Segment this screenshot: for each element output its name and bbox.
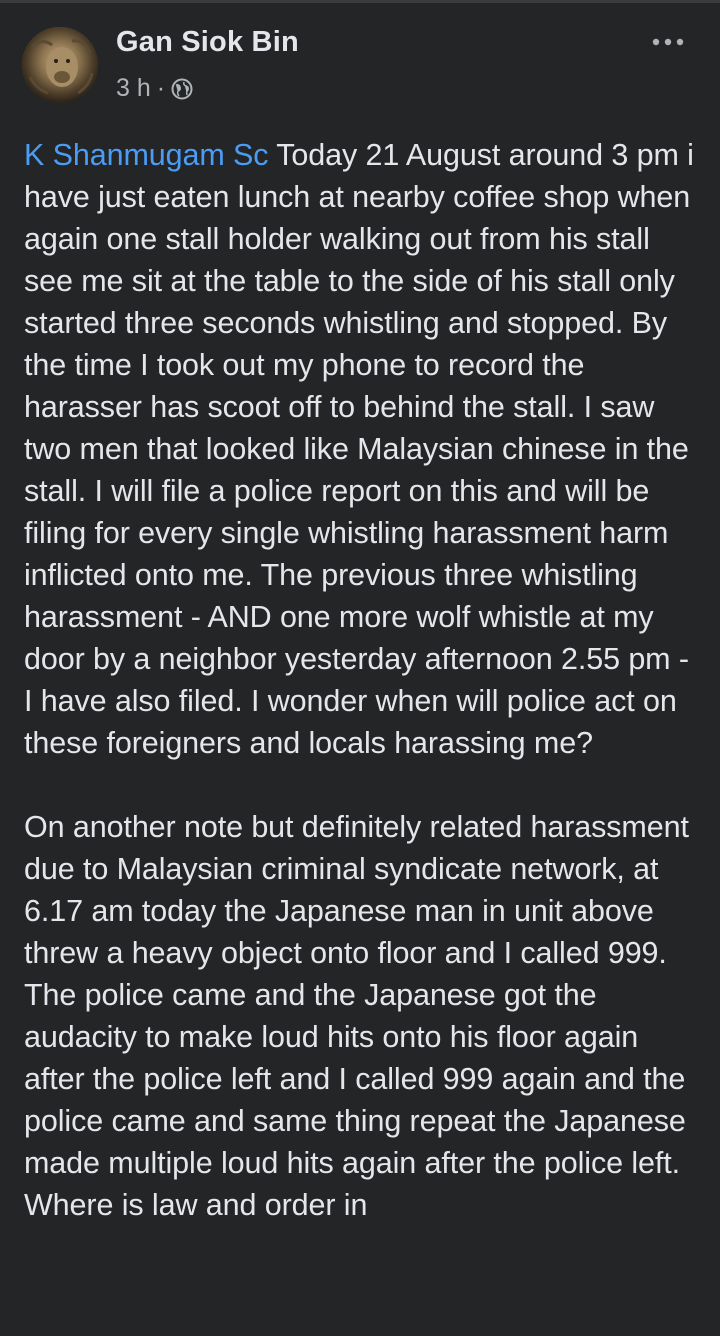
post-meta: 3 h · <box>116 74 193 103</box>
avatar[interactable] <box>22 27 98 103</box>
post-paragraph-1-text: Today 21 August around 3 pm i have just … <box>24 138 694 760</box>
globe-icon[interactable] <box>171 78 193 100</box>
mention-link[interactable]: K Shanmugam Sc <box>24 138 269 172</box>
post-paragraph-1: K Shanmugam Sc Today 21 August around 3 … <box>24 134 700 764</box>
meta-separator: · <box>156 74 166 102</box>
more-options-icon <box>652 38 684 46</box>
post-paragraph-2: On another note but definitely related h… <box>24 810 689 1222</box>
lion-avatar-image <box>22 27 98 103</box>
post-timestamp[interactable]: 3 h <box>116 74 151 103</box>
post-text: K Shanmugam Sc Today 21 August around 3 … <box>24 134 700 1226</box>
more-options-button[interactable] <box>648 30 688 54</box>
author-name[interactable]: Gan Siok Bin <box>116 26 299 59</box>
post-header: Gan Siok Bin 3 h · <box>0 0 720 120</box>
